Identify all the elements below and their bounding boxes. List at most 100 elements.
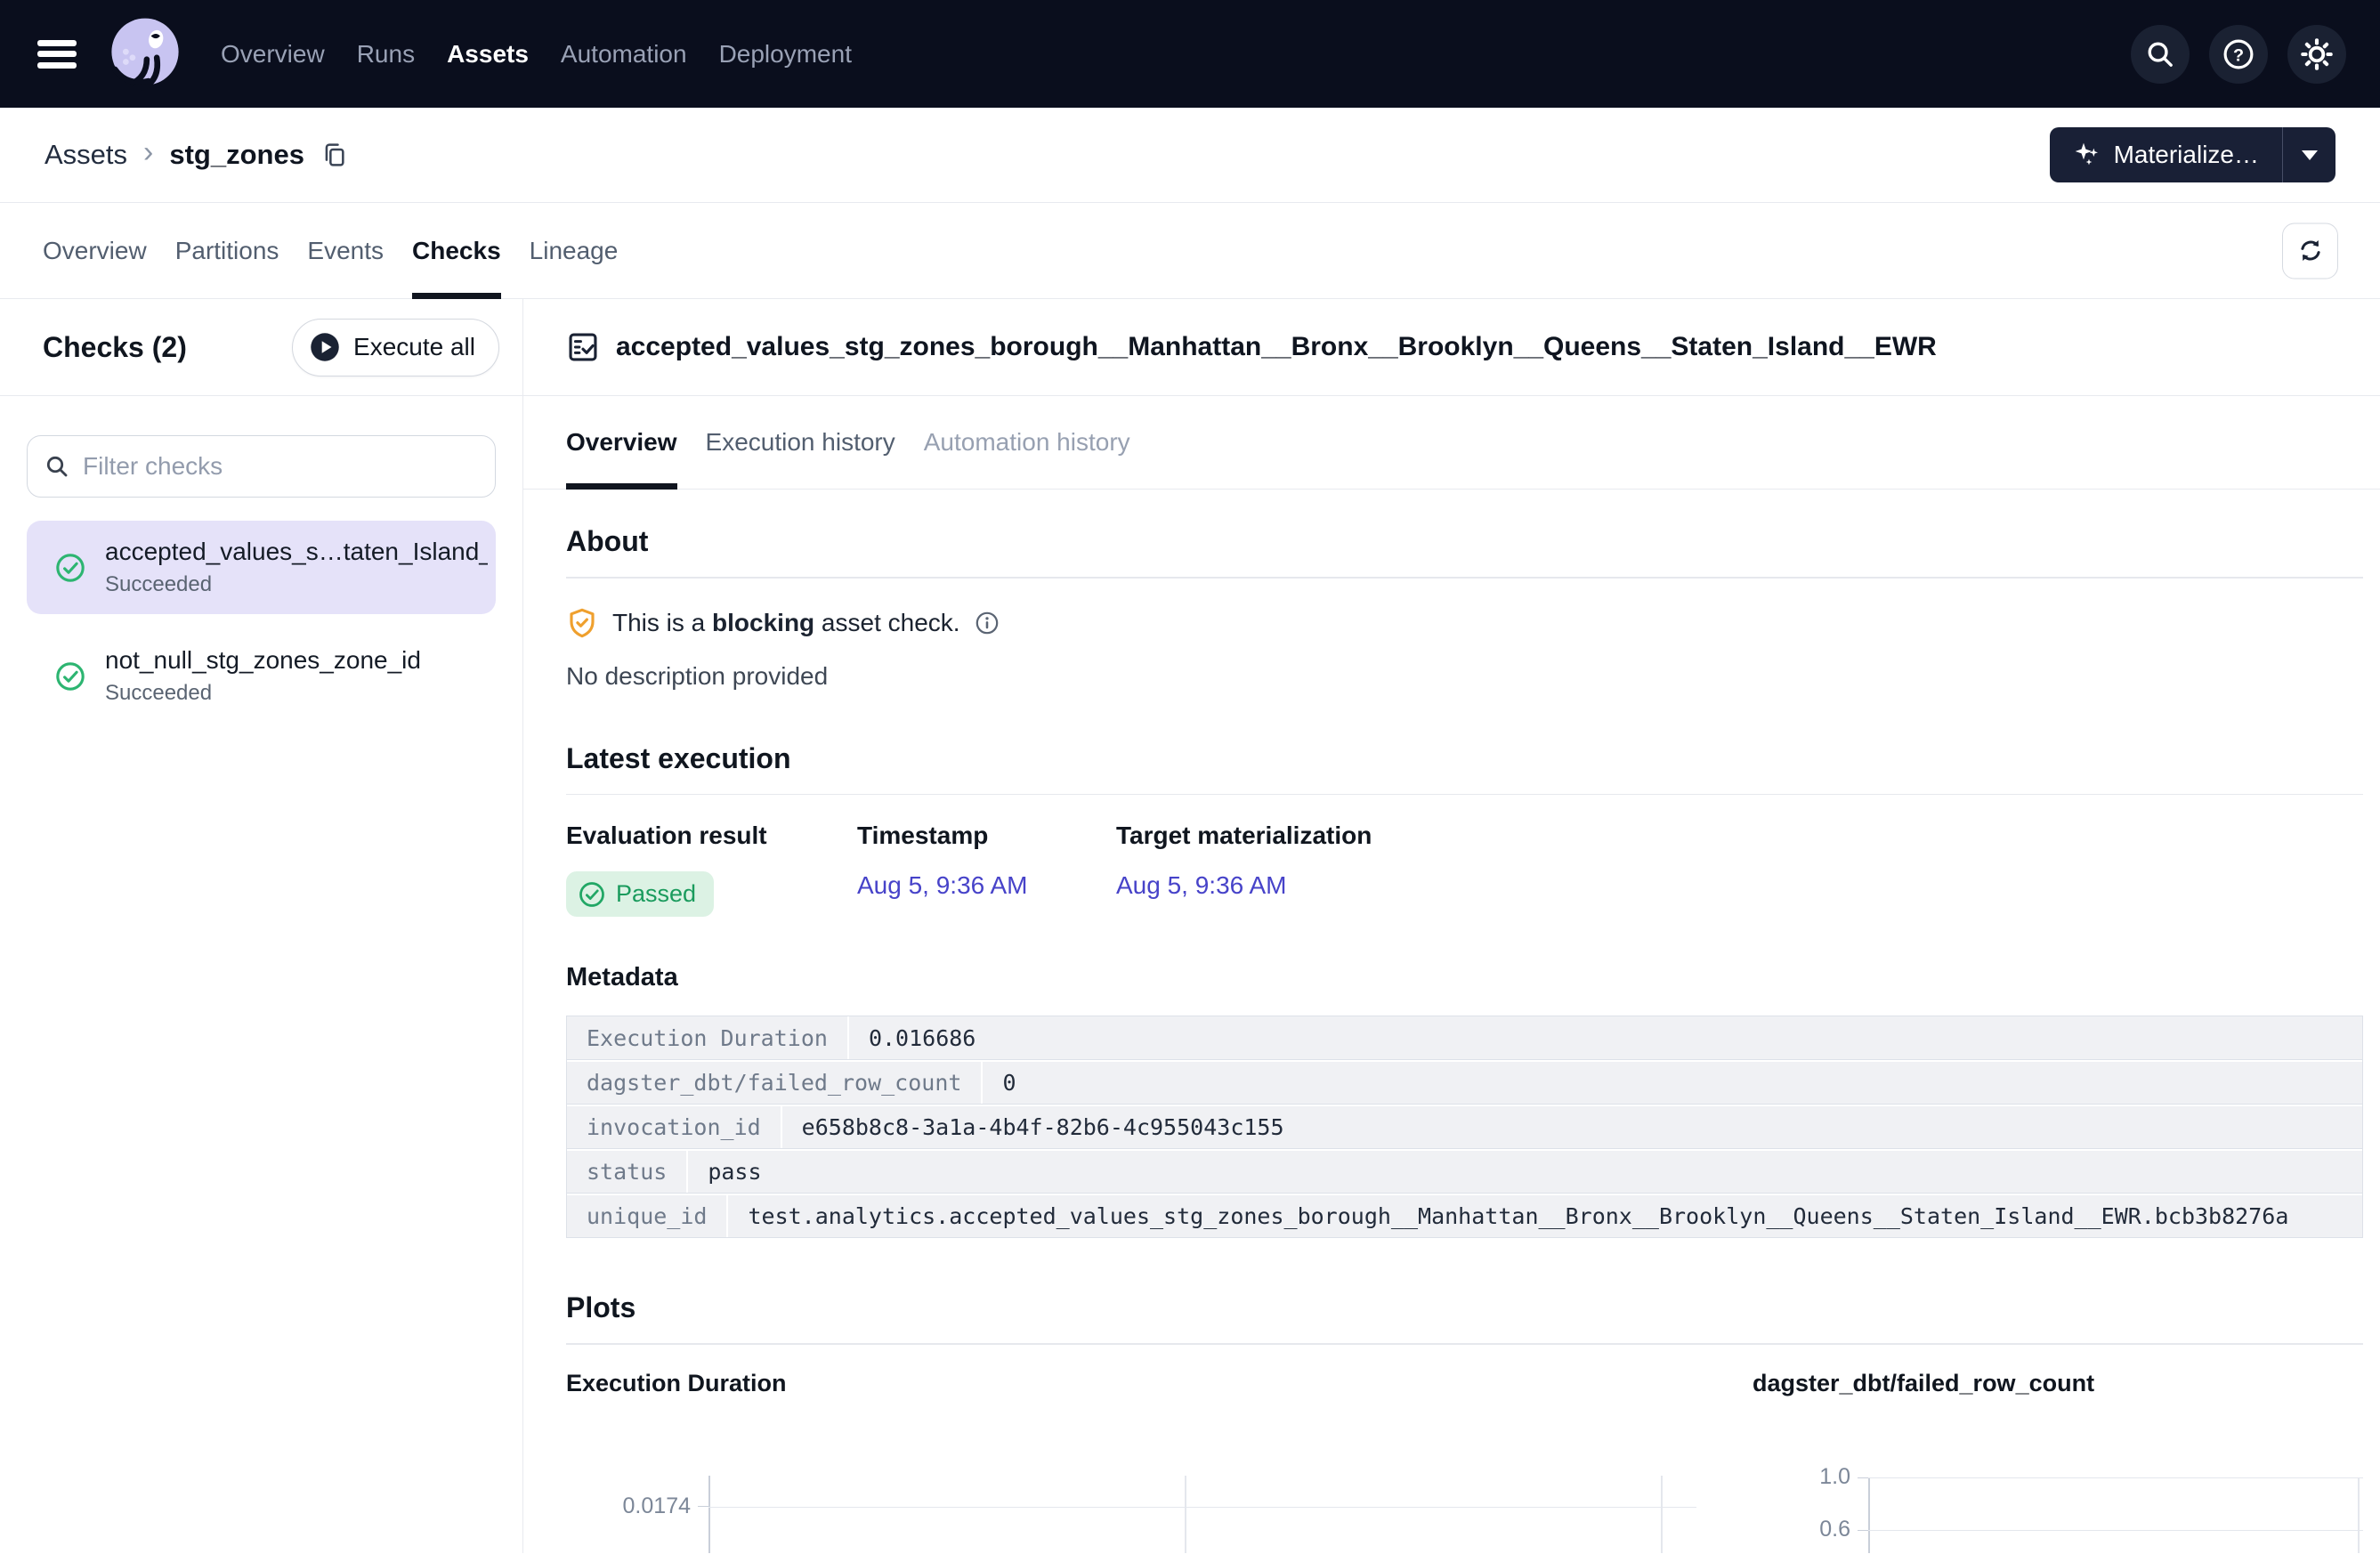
execution-duration-chart-area: 0.0174 [566,1476,1753,1554]
caret-down-icon [2302,150,2318,160]
check-success-icon [579,881,605,908]
evaluation-result-column: Evaluation result Passed [566,822,857,917]
primary-nav: Overview Runs Assets Automation Deployme… [219,35,854,74]
detail-tab-execution-history[interactable]: Execution history [706,396,895,489]
check-list-item-not-null[interactable]: not_null_stg_zones_zone_id Succeeded [27,629,496,723]
y-axis-tick-label: 0.0174 [566,1493,691,1519]
svg-text:?: ? [2233,45,2244,65]
y-axis-tick [1858,1530,1868,1532]
evaluation-result-label: Evaluation result [566,822,857,850]
nav-item-runs[interactable]: Runs [355,35,417,74]
gridline [1661,1476,1663,1554]
plot-title: dagster_dbt/failed_row_count [1753,1370,2363,1397]
workspace: Checks (2) Execute all [0,299,2380,1553]
latest-execution-grid: Evaluation result Passed Timestamp Aug 5… [566,822,2363,917]
plots-heading: Plots [566,1291,2363,1324]
divider [566,577,2363,579]
detail-tab-automation-history[interactable]: Automation history [924,396,1130,489]
metadata-value: test.analytics.accepted_values_stg_zones… [728,1195,2362,1237]
execute-all-button[interactable]: Execute all [292,319,499,376]
nav-item-automation[interactable]: Automation [559,35,689,74]
check-detail: accepted_values_stg_zones_borough__Manha… [523,299,2380,1553]
materialize-dropdown-button[interactable] [2282,127,2335,182]
dagster-app: Overview Runs Assets Automation Deployme… [0,0,2380,1554]
copy-asset-name-button[interactable] [320,141,349,169]
gear-icon [2300,37,2334,71]
timestamp-link[interactable]: Aug 5, 9:36 AM [857,871,1027,900]
search-icon [2145,39,2175,69]
check-detail-body: About This is a blocking asset check. No… [523,490,2380,1553]
detail-tab-overview[interactable]: Overview [566,396,677,489]
materialize-button[interactable]: Materialize… [2050,127,2282,182]
page-header: Assets › stg_zones Materialize… [0,108,2380,203]
blocking-check-note: This is a blocking asset check. [566,607,2363,639]
play-circle-icon [309,331,341,363]
sparkle-icon [2073,141,2101,169]
timestamp-label: Timestamp [857,822,1116,850]
asset-check-icon [566,330,600,364]
divider [566,794,2363,796]
execute-all-label: Execute all [353,333,475,361]
asset-tabs: Overview Partitions Events Checks Lineag… [43,203,618,298]
plot-title: Execution Duration [566,1370,1753,1397]
top-navigation-bar: Overview Runs Assets Automation Deployme… [0,0,2380,108]
y-axis-line [1868,1477,1870,1554]
check-item-status: Succeeded [105,681,421,706]
dagster-logo[interactable] [103,12,187,96]
menu-button[interactable] [37,40,77,69]
check-detail-tabs: Overview Execution history Automation hi… [523,396,2380,490]
check-detail-header: accepted_values_stg_zones_borough__Manha… [523,299,2380,396]
nav-item-deployment[interactable]: Deployment [717,35,854,74]
breadcrumb-current-asset: stg_zones [169,139,304,171]
nav-item-assets[interactable]: Assets [445,35,530,74]
tab-events[interactable]: Events [307,203,384,298]
info-icon[interactable] [975,611,1000,635]
y-axis-line [708,1476,710,1554]
filter-checks-field [27,435,496,498]
help-button[interactable]: ? [2209,25,2268,84]
tab-lineage[interactable]: Lineage [530,203,619,298]
check-item-status: Succeeded [105,572,488,597]
y-axis-tick-label: 0.6 [1753,1517,1850,1542]
failed-row-count-plot: dagster_dbt/failed_row_count 1.0 0.6 [1753,1370,2363,1554]
refresh-icon [2296,237,2325,265]
target-materialization-column: Target materialization Aug 5, 9:36 AM [1116,822,1372,917]
tab-overview[interactable]: Overview [43,203,147,298]
breadcrumb: Assets › stg_zones [45,139,349,171]
nav-item-overview[interactable]: Overview [219,35,327,74]
gridline [708,1507,1696,1509]
metadata-value: 0 [983,1062,2362,1104]
breadcrumb-chevron-icon: › [143,137,153,167]
hamburger-icon [37,40,77,46]
passed-status-badge: Passed [566,871,714,917]
about-heading: About [566,525,2363,558]
materialize-label: Materialize… [2114,141,2259,169]
check-description: No description provided [566,662,2363,691]
filter-checks-input[interactable] [27,435,496,498]
refresh-button[interactable] [2282,223,2338,279]
metadata-value: e658b8c8-3a1a-4b4f-82b6-4c955043c155 [782,1106,2362,1148]
search-button[interactable] [2131,25,2190,84]
failed-row-count-chart-area: 1.0 0.6 [1753,1476,2363,1554]
divider [566,1343,2363,1345]
settings-button[interactable] [2287,25,2346,84]
breadcrumb-assets-link[interactable]: Assets [45,139,127,171]
timestamp-column: Timestamp Aug 5, 9:36 AM [857,822,1116,917]
check-item-text: not_null_stg_zones_zone_id Succeeded [105,646,421,706]
y-axis-tick [698,1506,708,1508]
target-materialization-link[interactable]: Aug 5, 9:36 AM [1116,871,1286,900]
metadata-row: status pass [567,1149,2362,1194]
y-axis-tick-label: 1.0 [1753,1464,1850,1490]
tab-checks[interactable]: Checks [412,203,501,298]
tab-partitions[interactable]: Partitions [175,203,279,298]
checks-panel-title: Checks (2) [43,331,187,364]
plots-row: Execution Duration 0.0174 dagster_dbt/fa… [566,1370,2363,1554]
checks-sidebar: Checks (2) Execute all [0,299,523,1553]
execution-duration-plot: Execution Duration 0.0174 [566,1370,1753,1554]
blocking-text: This is a blocking asset check. [612,609,960,637]
gridline [1868,1530,2363,1532]
metadata-key: unique_id [567,1195,728,1237]
materialize-split-button: Materialize… [2050,127,2335,182]
metadata-row: dagster_dbt/failed_row_count 0 [567,1060,2362,1105]
check-list-item-accepted-values[interactable]: accepted_values_s…taten_Island_ Succeede… [27,521,496,614]
